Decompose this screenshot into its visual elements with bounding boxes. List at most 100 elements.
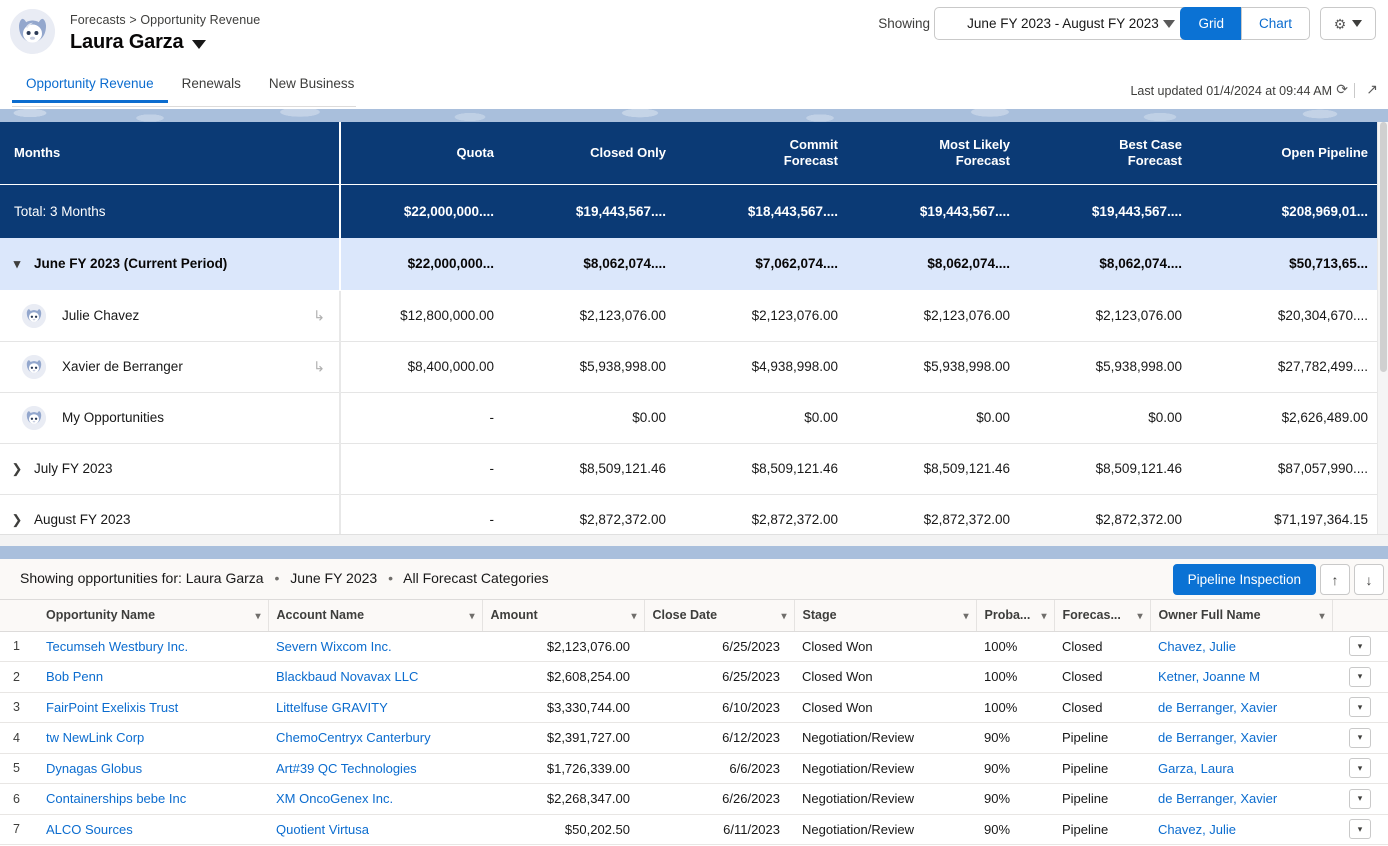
arrow-down-icon[interactable]: ↓ [1354,564,1384,595]
forecast-category-cell: Pipeline [1054,784,1150,815]
col-best-line2: Forecast [1128,153,1182,168]
col-close-date[interactable]: Close Date ▾ [644,600,794,631]
owner-link[interactable]: Chavez, Julie [1158,639,1236,654]
opportunity-name-link[interactable]: FairPoint Exelixis Trust [46,700,178,715]
forecast-grid-scrollbar[interactable] [1377,122,1388,534]
account-name-link[interactable]: ChemoCentryx Canterbury [276,730,431,745]
account-name-link[interactable]: Littelfuse GRAVITY [276,700,388,715]
chevron-down-icon[interactable]: ▾ [1137,611,1142,622]
view-toggle-group: Grid Chart [1180,7,1310,40]
period-range-select[interactable]: June FY 2023 - August FY 2023 [934,7,1192,40]
opportunity-name-link[interactable]: Dynagas Globus [46,761,142,776]
account-name-link[interactable]: XM OncoGenex Inc. [276,791,393,806]
share-icon[interactable]: ↗ [1366,82,1378,96]
chevron-down-icon[interactable]: ▾ [1319,611,1324,622]
row-menu-icon[interactable]: ▾ [1349,819,1371,839]
tab-opportunity-revenue[interactable]: Opportunity Revenue [12,76,168,103]
opportunity-name-link[interactable]: Bob Penn [46,669,103,684]
forecast-row-xavier-de-berranger[interactable]: Xavier de Berranger ↳ $8,400,000.00 $5,9… [0,341,1388,392]
col-quota[interactable]: Quota [340,122,512,184]
myopps-commit: $0.00 [684,392,856,443]
col-forecast-category[interactable]: Forecas... ▾ [1054,600,1150,631]
table-row[interactable]: 3 FairPoint Exelixis Trust Littelfuse GR… [0,692,1388,723]
tab-new-business[interactable]: New Business [255,76,369,103]
refresh-icon[interactable]: ⟳ [1336,82,1348,96]
forecast-row-july-fy2023[interactable]: ❯ July FY 2023 - $8,509,121.46 $8,509,12… [0,443,1388,494]
myopps-closed-only: $0.00 [512,392,684,443]
row-menu-icon[interactable]: ▾ [1349,789,1371,809]
panel-divider-band[interactable] [0,546,1388,559]
owner-link[interactable]: Ketner, Joanne M [1158,669,1260,684]
stage-cell: Negotiation/Review [794,814,976,845]
row-menu-icon[interactable]: ▾ [1349,667,1371,687]
julie-label-cell: Julie Chavez ↳ [0,290,340,341]
col-most-likely-forecast[interactable]: Most Likely Forecast [856,122,1028,184]
chevron-down-icon[interactable]: ▾ [0,256,34,272]
forecast-row-june-fy2023[interactable]: ▾ June FY 2023 (Current Period) $22,000,… [0,238,1388,290]
table-row[interactable]: 5 Dynagas Globus Art#39 QC Technologies … [0,753,1388,784]
row-menu-icon[interactable]: ▾ [1349,697,1371,717]
astro-avatar [22,304,46,328]
row-actions-cell: ▾ [1332,692,1388,723]
owner-link[interactable]: de Berranger, Xavier [1158,730,1277,745]
close-date-cell: 6/10/2023 [644,692,794,723]
col-closed-only[interactable]: Closed Only [512,122,684,184]
scrollbar-thumb[interactable] [1380,122,1387,372]
opportunity-name-link[interactable]: ALCO Sources [46,822,133,837]
opportunity-name-link[interactable]: Tecumseh Westbury Inc. [46,639,188,654]
pipeline-inspection-button[interactable]: Pipeline Inspection [1173,564,1316,595]
table-row[interactable]: 1 Tecumseh Westbury Inc. Severn Wixcom I… [0,631,1388,662]
col-stage[interactable]: Stage ▾ [794,600,976,631]
close-date-cell: 6/12/2023 [644,723,794,754]
owner-link[interactable]: de Berranger, Xavier [1158,791,1277,806]
chevron-down-icon[interactable]: ▾ [781,611,786,622]
chart-view-button[interactable]: Chart [1241,7,1310,40]
col-opportunity-name[interactable]: Opportunity Name ▾ [38,600,268,631]
chevron-down-icon[interactable]: ▾ [255,611,260,622]
chevron-down-icon[interactable]: ▾ [1041,611,1046,622]
tab-renewals[interactable]: Renewals [168,76,255,103]
row-menu-icon[interactable]: ▾ [1349,728,1371,748]
grid-view-button[interactable]: Grid [1180,7,1241,40]
col-owner-full-name[interactable]: Owner Full Name ▾ [1150,600,1332,631]
opportunity-name-link[interactable]: Containerships bebe Inc [46,791,186,806]
chevron-down-icon[interactable]: ▾ [469,611,474,622]
chevron-right-icon[interactable]: ❯ [0,512,34,528]
drill-down-icon[interactable]: ↳ [313,358,325,375]
xavier-closed-only: $5,938,998.00 [512,341,684,392]
table-row[interactable]: 4 tw NewLink Corp ChemoCentryx Canterbur… [0,723,1388,754]
row-menu-icon[interactable]: ▾ [1349,636,1371,656]
table-row[interactable]: 7 ALCO Sources Quotient Virtusa $50,202.… [0,814,1388,845]
account-name-link[interactable]: Quotient Virtusa [276,822,369,837]
col-months[interactable]: Months [0,122,340,184]
opportunity-table: Opportunity Name ▾ Account Name ▾ Amount… [0,600,1388,845]
drill-down-icon[interactable]: ↳ [313,307,325,324]
col-amount[interactable]: Amount ▾ [482,600,644,631]
opportunity-name-link[interactable]: tw NewLink Corp [46,730,144,745]
owner-link[interactable]: Chavez, Julie [1158,822,1236,837]
account-name-link[interactable]: Severn Wixcom Inc. [276,639,392,654]
forecast-row-my-opportunities[interactable]: My Opportunities - $0.00 $0.00 $0.00 $0.… [0,392,1388,443]
col-open-pipeline[interactable]: Open Pipeline [1200,122,1388,184]
col-best-case-forecast[interactable]: Best Case Forecast [1028,122,1200,184]
row-menu-icon[interactable]: ▾ [1349,758,1371,778]
col-probability[interactable]: Proba... ▾ [976,600,1054,631]
chevron-right-icon[interactable]: ❯ [0,461,34,477]
account-name-cell: Severn Wixcom Inc. [268,631,482,662]
amount-cell: $1,726,339.00 [482,753,644,784]
probability-cell: 90% [976,753,1054,784]
account-name-link[interactable]: Art#39 QC Technologies [276,761,417,776]
col-commit-forecast[interactable]: Commit Forecast [684,122,856,184]
caret-down-icon[interactable] [192,40,206,49]
account-name-link[interactable]: Blackbaud Novavax LLC [276,669,418,684]
owner-link[interactable]: Garza, Laura [1158,761,1234,776]
table-row[interactable]: 6 Containerships bebe Inc XM OncoGenex I… [0,784,1388,815]
arrow-up-icon[interactable]: ↑ [1320,564,1350,595]
forecast-row-julie-chavez[interactable]: Julie Chavez ↳ $12,800,000.00 $2,123,076… [0,290,1388,341]
chevron-down-icon[interactable]: ▾ [963,611,968,622]
table-row[interactable]: 2 Bob Penn Blackbaud Novavax LLC $2,608,… [0,662,1388,693]
chevron-down-icon[interactable]: ▾ [631,611,636,622]
col-account-name[interactable]: Account Name ▾ [268,600,482,631]
settings-button[interactable]: ⚙ [1320,7,1376,40]
owner-link[interactable]: de Berranger, Xavier [1158,700,1277,715]
